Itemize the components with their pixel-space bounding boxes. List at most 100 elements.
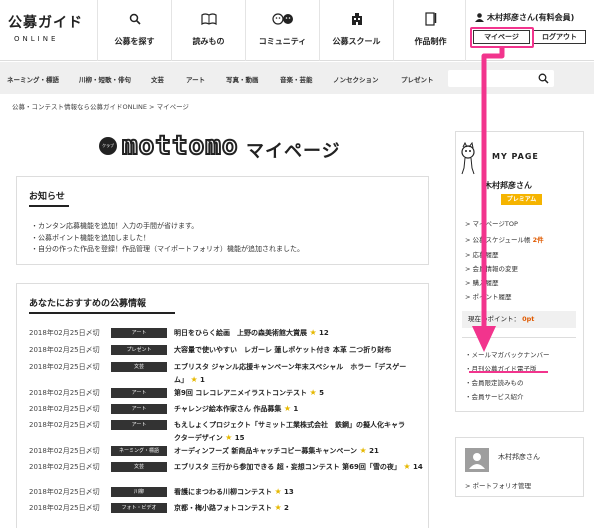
nav-label: 読みもの	[192, 37, 225, 46]
portfolio-user-name[interactable]: 木村邦彦さん	[498, 452, 540, 462]
category-tag: アート	[111, 328, 167, 338]
club-badge: クラブ	[99, 137, 117, 155]
sidebar-link-points[interactable]: > ポイント履歴	[465, 291, 512, 301]
category-tag: アート	[111, 420, 167, 430]
pen-notebook-icon	[394, 10, 467, 28]
contest-title[interactable]: 京都・梅小路フォトコンテスト ★ 2	[174, 503, 289, 513]
star-count: 13	[284, 488, 294, 496]
category-link[interactable]: 文芸	[151, 74, 164, 84]
sidebar-link-top[interactable]: > マイページTOP	[465, 218, 518, 228]
contest-title[interactable]: 第9回 コレコレアニメイラストコンテスト ★ 5	[174, 388, 324, 398]
contest-title-text: 看護にまつわる川柳コンテスト	[174, 488, 272, 496]
star-icon: ★	[190, 375, 198, 384]
recommend-panel: あなたにおすすめの公募情報 2018年02月25日〆切 アート 明日をひらく絵画 上…	[16, 283, 429, 528]
category-link[interactable]: プレゼント	[401, 74, 434, 84]
category-link[interactable]: ノンセクション	[333, 74, 379, 84]
deadline-date: 2018年02月25日〆切	[29, 363, 100, 371]
nav-item-community[interactable]: コミュニティ	[245, 0, 319, 61]
star-icon: ★	[274, 503, 282, 512]
star-count: 1	[293, 405, 299, 413]
nav-item-search[interactable]: 公募を探す	[97, 0, 171, 61]
points-display: 現在のポイント： 0pt	[462, 311, 576, 328]
sidebar-user-name: 木村邦彦さん	[484, 181, 532, 190]
deadline-date: 2018年02月25日〆切	[29, 447, 100, 455]
category-link[interactable]: アート	[186, 74, 205, 84]
category-link[interactable]: 写真・動画	[226, 74, 259, 84]
category-tag: アート	[111, 388, 167, 398]
breadcrumb[interactable]: 公募・コンテスト情報なら公募ガイドONLINE > マイページ	[12, 101, 189, 111]
star-count: 21	[369, 447, 379, 455]
sidebar-link-label: 応募履歴	[472, 251, 499, 259]
contest-title[interactable]: もえしょくプロジェクト「サミット工業株式会社 鉄鋼」の擬人化キャラ	[174, 420, 405, 430]
contest-title[interactable]: エブリスタ 三行から参加できる 超・妄想コンテスト 第69回「雪の夜」 ★ 14	[174, 462, 423, 472]
nav-item-reading[interactable]: 読みもの	[171, 0, 245, 61]
star-icon: ★	[403, 462, 411, 471]
notice-panel: お知らせ ・カンタン応募機能を追加！入力の手間が省けます。 ・公募ポイント機能を…	[16, 176, 429, 265]
contest-title-text: クターデザイン	[174, 434, 223, 442]
contest-title[interactable]: チャレンジ絵本作家さん 作品募集 ★ 1	[174, 404, 298, 414]
star-count: 5	[319, 389, 324, 397]
contest-title-continued: クターデザイン ★ 15	[174, 433, 245, 443]
star-count: 14	[412, 463, 423, 471]
contest-title-text: 明日をひらく絵画 上野の森美術館大賞展	[174, 329, 307, 337]
site-logo[interactable]: 公募ガイド ONLINE	[8, 12, 88, 43]
digital-magazine-highlight	[469, 371, 548, 373]
notice-item: ・公募ポイント機能を追加しました！	[31, 233, 150, 242]
nav-item-school[interactable]: 公募スクール	[319, 0, 393, 61]
contest-title-text: 京都・梅小路フォトコンテスト	[174, 504, 272, 512]
category-link[interactable]: 音楽・芸能	[280, 74, 313, 84]
sidebar-link-profile[interactable]: > 会員情報の変更	[465, 263, 518, 273]
sidebar-link-member-reading[interactable]: ・会員限定読みもの	[465, 377, 524, 387]
logout-button[interactable]: ログアウト	[533, 30, 586, 44]
contest-title[interactable]: 大容量で使いやすい レガーレ 蓮しポケット付き 本革 二つ折り財布	[174, 345, 391, 355]
sidebar-link-purchase[interactable]: > 購入履歴	[465, 277, 499, 287]
contest-title[interactable]: エブリスタ ジャンル応援キャンペーン年末スペシャル ホラー「デスゲー	[174, 362, 406, 372]
contest-title[interactable]: オーディンフーズ 新商品キャッチコピー募集キャンペーン ★ 21	[174, 446, 379, 456]
star-count: 2	[284, 504, 289, 512]
points-label: 現在のポイント：	[468, 315, 520, 323]
sidebar-link-member-service[interactable]: ・会員サービス紹介	[465, 391, 524, 401]
notice-item: ・カンタン応募機能を追加！入力の手間が省けます。	[31, 222, 199, 230]
category-link[interactable]: ネーミング・標語	[7, 74, 59, 84]
sidebar-link-schedule[interactable]: > 公募スケジュール帳 2件	[465, 234, 544, 244]
user-name[interactable]: 木村邦彦さん(有料会員)	[475, 12, 574, 23]
logo-sub-text: ONLINE	[14, 35, 59, 43]
sidebar-divider	[462, 337, 576, 338]
deadline-date: 2018年02月25日〆切	[29, 504, 100, 512]
deadline-date: 2018年02月25日〆切	[29, 389, 100, 397]
category-link[interactable]: 川柳・短歌・俳句	[79, 74, 131, 84]
mottomo-logo: mottomo	[121, 130, 239, 162]
mypage-highlight-box	[470, 27, 534, 48]
search-icon[interactable]	[538, 73, 549, 86]
sidebar-link-magazine-backnumber[interactable]: ・メールマガバックナンバー	[465, 349, 550, 359]
category-tag: フォト・ビデオ	[111, 503, 167, 513]
category-tag: 川柳	[111, 487, 167, 497]
deadline-date: 2018年02月25日〆切	[29, 329, 100, 337]
category-tag: 文芸	[111, 462, 167, 472]
deadline-date: 2018年02月25日〆切	[29, 346, 100, 354]
search-icon	[98, 10, 171, 28]
schedule-count: 2件	[532, 236, 544, 244]
user-name-label: 木村邦彦さん(有料会員)	[487, 13, 575, 22]
nav-label: コミュニティ	[258, 37, 307, 46]
building-icon	[320, 10, 393, 28]
contest-title-text: チャレンジ絵本作家さん 作品募集	[174, 405, 282, 413]
sidebar-link-label: 会員限定読みもの	[471, 379, 524, 387]
star-icon: ★	[283, 404, 291, 413]
nav-label: 作品制作	[414, 37, 447, 46]
category-tag: プレゼント	[111, 345, 167, 355]
contest-title[interactable]: 明日をひらく絵画 上野の森美術館大賞展 ★ 12	[174, 328, 329, 338]
nav-item-production[interactable]: 作品制作	[393, 0, 467, 61]
contest-title-text: エブリスタ ジャンル応援キャンペーン年末スペシャル ホラー「デスゲー	[174, 363, 407, 371]
portfolio-manage-link[interactable]: > ポートフォリオ管理	[465, 480, 531, 490]
title-underline	[29, 205, 69, 207]
category-tag: ネーミング・標語	[111, 446, 167, 456]
nav-label: 公募を探す	[114, 37, 155, 46]
contest-title-continued: ム」 ★ 1	[174, 375, 205, 385]
sidebar-link-label: 会員情報の変更	[472, 265, 519, 273]
premium-badge: プレミアム	[501, 194, 542, 205]
sidebar-link-history[interactable]: > 応募履歴	[465, 249, 499, 259]
star-icon: ★	[225, 433, 233, 442]
contest-title[interactable]: 看護にまつわる川柳コンテスト ★ 13	[174, 487, 294, 497]
category-tag: アート	[111, 404, 167, 414]
